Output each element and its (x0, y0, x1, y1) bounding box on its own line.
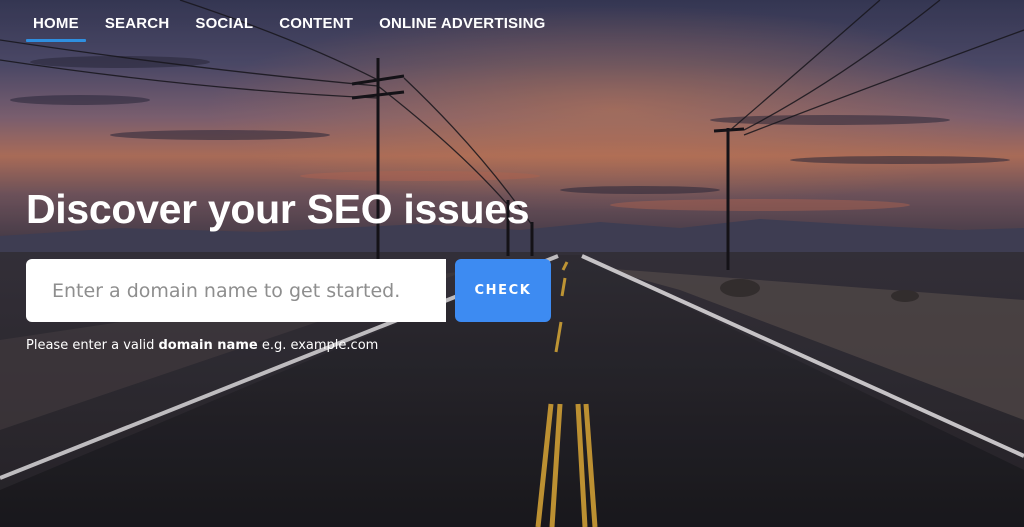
domain-input[interactable] (26, 259, 446, 322)
nav-item-search[interactable]: SEARCH (98, 0, 177, 42)
nav-item-online-advertising[interactable]: ONLINE ADVERTISING (372, 0, 552, 42)
hint-bold: domain name (158, 338, 258, 353)
domain-hint: Please enter a valid domain name e.g. ex… (26, 338, 378, 353)
page-headline: Discover your SEO issues (26, 186, 530, 232)
hint-suffix: e.g. example.com (257, 338, 379, 353)
hint-prefix: Please enter a valid (26, 338, 159, 353)
main-nav: HOME SEARCH SOCIAL CONTENT ONLINE ADVERT… (26, 0, 565, 44)
nav-item-social[interactable]: SOCIAL (188, 0, 260, 42)
check-button[interactable]: CHECK (455, 259, 551, 322)
domain-search-form: CHECK (26, 259, 551, 322)
nav-item-content[interactable]: CONTENT (272, 0, 360, 42)
nav-item-home[interactable]: HOME (26, 0, 86, 42)
